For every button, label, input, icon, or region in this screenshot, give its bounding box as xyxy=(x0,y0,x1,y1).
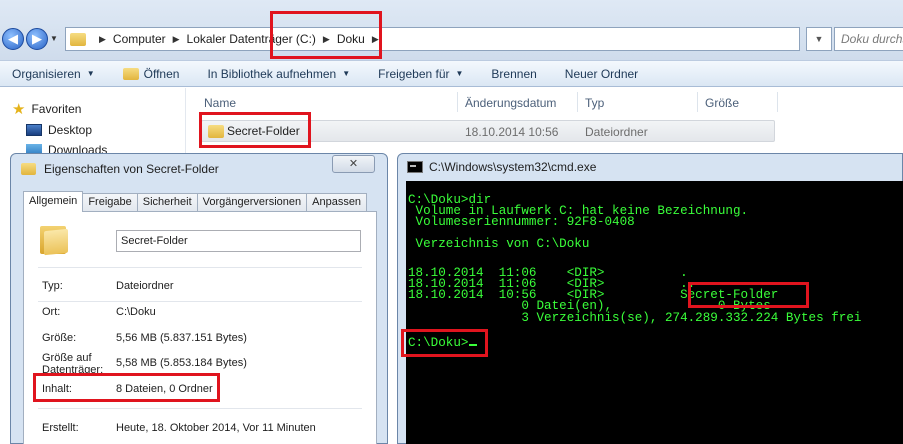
column-divider[interactable] xyxy=(457,92,458,112)
console-prompt-line[interactable]: C:\Doku> xyxy=(408,336,478,350)
chevron-right-icon[interactable]: ▶ xyxy=(323,34,330,45)
open-button[interactable]: Öffnen xyxy=(122,66,180,81)
size-on-disk-label-2: Datenträger: xyxy=(42,364,104,376)
tab-previous-versions[interactable]: Vorgängerversionen xyxy=(196,193,308,212)
address-bar-row: ◀ ▶ ▼ ▶ Computer ▶ Lokaler Datenträger (C… xyxy=(0,0,903,60)
contents-label: Inhalt: xyxy=(42,383,72,395)
properties-dialog: Eigenschaften von Secret-Folder ✕ Allgem… xyxy=(10,153,388,444)
chevron-down-icon: ▼ xyxy=(86,69,95,78)
new-folder-button[interactable]: Neuer Ordner xyxy=(565,67,638,81)
created-label: Erstellt: xyxy=(42,422,79,434)
console-prompt: C:\Doku> xyxy=(408,336,469,350)
open-label: Öffnen xyxy=(143,66,180,81)
chevron-right-icon[interactable]: ▶ xyxy=(372,34,379,45)
folder-icon xyxy=(21,163,36,175)
history-dropdown-icon[interactable]: ▼ xyxy=(50,34,58,43)
row-date: 18.10.2014 10:56 xyxy=(465,125,559,139)
folder-icon xyxy=(70,32,86,46)
tab-customize[interactable]: Anpassen xyxy=(306,193,368,212)
column-divider[interactable] xyxy=(697,92,698,112)
column-divider[interactable] xyxy=(777,92,778,112)
chevron-down-icon: ▼ xyxy=(455,69,464,78)
divider xyxy=(38,408,362,409)
star-icon: ★ xyxy=(12,101,26,118)
nav-desktop-label: Desktop xyxy=(48,123,93,137)
size-label: Größe: xyxy=(42,332,77,344)
console-line: 3 Verzeichnis(se), 274.289.332.224 Bytes… xyxy=(408,311,862,325)
divider xyxy=(38,267,362,268)
chevron-right-icon[interactable]: ▶ xyxy=(173,34,180,45)
breadcrumb-doku[interactable]: Doku xyxy=(337,32,365,46)
column-divider[interactable] xyxy=(577,92,578,112)
size-on-disk-value: 5,58 MB (5.853.184 Bytes) xyxy=(116,357,247,369)
console-line: Verzeichnis von C:\Doku xyxy=(408,237,590,251)
column-header-size[interactable]: Größe xyxy=(705,96,739,110)
console-output[interactable]: C:\Doku>dir Volume in Laufwerk C: hat ke… xyxy=(406,181,903,444)
breadcrumb-computer[interactable]: Computer xyxy=(113,32,166,46)
divider xyxy=(38,301,362,302)
open-folder-icon xyxy=(122,67,139,80)
nav-favorites[interactable]: ★ Favoriten xyxy=(12,100,81,118)
breadcrumb-drive[interactable]: Lokaler Datenträger (C:) xyxy=(187,32,316,46)
address-bar[interactable]: ▶ Computer ▶ Lokaler Datenträger (C:) ▶ Do… xyxy=(65,27,800,51)
desktop-icon xyxy=(26,124,42,136)
folder-icon xyxy=(40,224,68,256)
console-line: Volumeseriennummer: 92F8-0408 xyxy=(408,215,635,229)
refresh-icon[interactable]: ▼ xyxy=(806,27,832,51)
nav-favorites-label: Favoriten xyxy=(31,102,82,116)
close-button[interactable]: ✕ xyxy=(332,155,375,173)
chevron-right-icon[interactable]: ▶ xyxy=(99,34,106,45)
folder-name-field[interactable]: Secret-Folder xyxy=(116,230,361,252)
tab-sharing[interactable]: Freigabe xyxy=(82,193,138,212)
text-cursor xyxy=(469,344,478,346)
organize-label: Organisieren xyxy=(12,66,81,81)
search-input[interactable]: Doku durchsuchen xyxy=(834,27,903,51)
cmd-title: C:\Windows\system32\cmd.exe xyxy=(407,160,596,174)
chevron-down-icon: ▼ xyxy=(342,69,351,78)
tab-security[interactable]: Sicherheit xyxy=(136,193,198,212)
column-header-name[interactable]: Name xyxy=(204,96,236,110)
library-label: In Bibliothek aufnehmen xyxy=(207,66,337,81)
column-header-type[interactable]: Typ xyxy=(585,96,604,110)
row-name: Secret-Folder xyxy=(227,124,300,138)
column-header-date[interactable]: Änderungsdatum xyxy=(465,96,556,110)
size-value: 5,56 MB (5.837.151 Bytes) xyxy=(116,332,247,344)
dialog-title: Eigenschaften von Secret-Folder xyxy=(21,162,219,176)
location-value: C:\Doku xyxy=(116,306,156,318)
cmd-title-text: C:\Windows\system32\cmd.exe xyxy=(429,160,597,174)
type-label: Typ: xyxy=(42,280,63,292)
type-value: Dateiordner xyxy=(116,280,174,292)
table-row[interactable]: Secret-Folder 18.10.2014 10:56 Dateiordn… xyxy=(201,120,775,142)
organize-button[interactable]: Organisieren ▼ xyxy=(12,67,95,81)
nav-desktop[interactable]: Desktop xyxy=(26,123,92,137)
command-prompt-window: C:\Windows\system32\cmd.exe C:\Doku>dir … xyxy=(397,153,903,444)
dialog-title-text: Eigenschaften von Secret-Folder xyxy=(44,162,219,176)
console-icon xyxy=(407,161,423,173)
tab-general[interactable]: Allgemein xyxy=(23,191,84,212)
share-with-button[interactable]: Freigeben für ▼ xyxy=(378,67,463,81)
contents-value: 8 Dateien, 0 Ordner xyxy=(116,383,213,395)
back-icon[interactable]: ◀ xyxy=(2,28,24,50)
share-label: Freigeben für xyxy=(378,66,450,81)
location-label: Ort: xyxy=(42,306,61,318)
folder-icon xyxy=(208,125,224,138)
row-type: Dateiordner xyxy=(585,125,648,139)
command-bar: Organisieren ▼ Öffnen In Bibliothek aufne… xyxy=(0,60,903,87)
include-in-library-button[interactable]: In Bibliothek aufnehmen ▼ xyxy=(207,67,350,81)
tab-strip: Allgemein Freigabe Sicherheit Vorgängerv… xyxy=(23,191,368,212)
forward-icon[interactable]: ▶ xyxy=(26,28,48,50)
general-tab-panel: Secret-Folder Typ: Dateiordner Ort: C:\D… xyxy=(23,211,377,444)
burn-button[interactable]: Brennen xyxy=(491,67,536,81)
size-on-disk-label-1: Größe auf xyxy=(42,352,92,364)
created-value: Heute, 18. Oktober 2014, Vor 11 Minuten xyxy=(116,422,316,434)
